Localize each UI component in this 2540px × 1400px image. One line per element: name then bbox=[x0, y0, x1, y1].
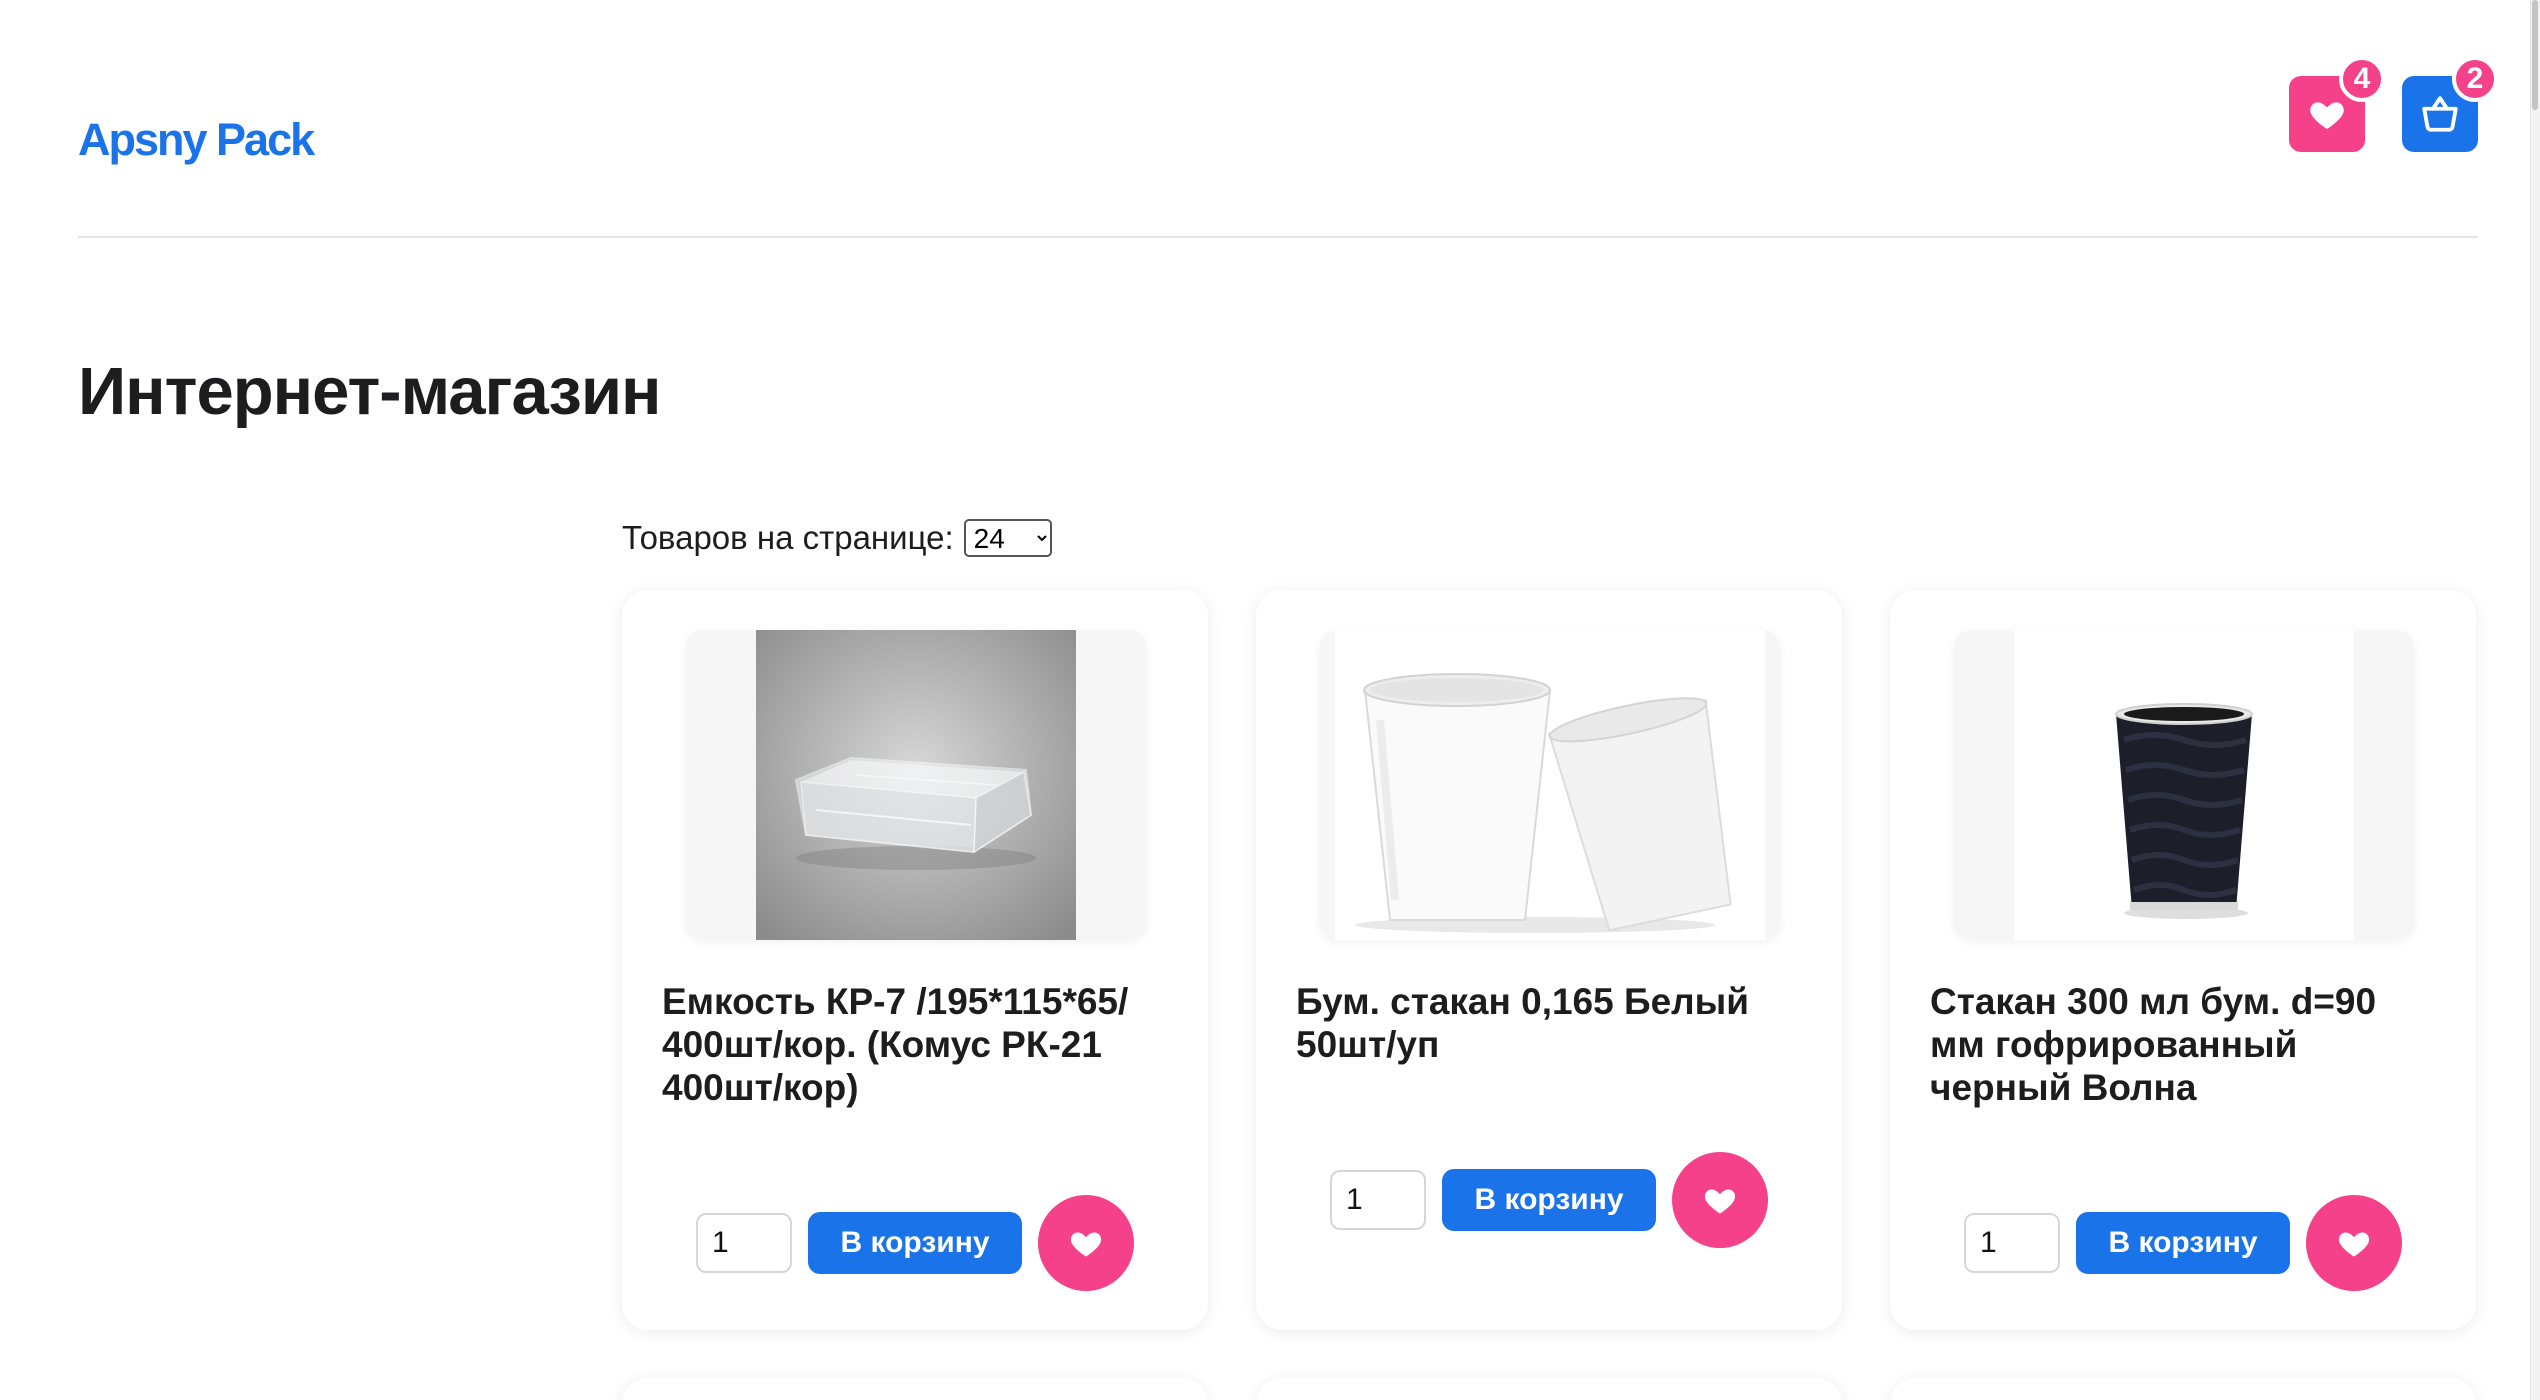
favorites-count-badge: 4 bbox=[2339, 56, 2385, 102]
add-to-favorites-button[interactable] bbox=[1038, 1195, 1134, 1291]
product-card: Бум. стакан 0,165 Белый 50шт/уп В корзин… bbox=[1256, 590, 1842, 1330]
per-page-control: Товаров на странице: 24 bbox=[622, 518, 1052, 558]
per-page-select[interactable]: 24 bbox=[963, 519, 1052, 557]
quantity-input[interactable] bbox=[1964, 1213, 2060, 1273]
product-card: Стакан 300 мл бум. d=90 мм гофрированный… bbox=[1890, 590, 2476, 1330]
clear-plastic-container-image bbox=[756, 630, 1076, 940]
product-name[interactable]: Стакан 300 мл бум. d=90 мм гофрированный… bbox=[1930, 980, 2440, 1109]
header-divider bbox=[78, 236, 2478, 238]
page: Apsny Pack 4 2 Интернет-магазин Товаров … bbox=[0, 0, 2540, 1400]
white-paper-cups-image bbox=[1335, 630, 1765, 940]
add-to-cart-button[interactable]: В корзину bbox=[1442, 1169, 1656, 1231]
product-image[interactable] bbox=[1954, 630, 2414, 940]
product-name[interactable]: Бум. стакан 0,165 Белый 50шт/уп bbox=[1296, 980, 1806, 1066]
product-actions: В корзину bbox=[1330, 1152, 1768, 1248]
product-card-partial bbox=[622, 1378, 1208, 1400]
product-actions: В корзину bbox=[1964, 1195, 2402, 1291]
product-card-partial bbox=[1890, 1378, 2476, 1400]
product-card-partial bbox=[1256, 1378, 1842, 1400]
heart-icon bbox=[1704, 1189, 1736, 1214]
basket-icon bbox=[2422, 96, 2458, 132]
per-page-label: Товаров на странице: bbox=[622, 519, 954, 556]
scrollbar[interactable] bbox=[2530, 0, 2540, 1400]
heart-icon bbox=[2310, 102, 2344, 129]
scrollbar-thumb[interactable] bbox=[2532, 0, 2538, 110]
page-title: Интернет-магазин bbox=[78, 354, 661, 429]
product-actions: В корзину bbox=[696, 1195, 1134, 1291]
quantity-input[interactable] bbox=[1330, 1170, 1426, 1230]
cart-count-badge: 2 bbox=[2452, 56, 2498, 102]
add-to-cart-button[interactable]: В корзину bbox=[808, 1212, 1022, 1274]
add-to-favorites-button[interactable] bbox=[1672, 1152, 1768, 1248]
product-image[interactable] bbox=[686, 630, 1146, 940]
cart-button[interactable]: 2 bbox=[2402, 56, 2498, 152]
black-ripple-cup-image bbox=[2014, 630, 2354, 940]
heart-icon bbox=[2338, 1232, 2370, 1257]
quantity-input[interactable] bbox=[696, 1213, 792, 1273]
product-image[interactable] bbox=[1320, 630, 1780, 940]
favorites-button[interactable]: 4 bbox=[2289, 56, 2385, 152]
add-to-cart-button[interactable]: В корзину bbox=[2076, 1212, 2290, 1274]
logo[interactable]: Apsny Pack bbox=[78, 112, 315, 168]
product-name[interactable]: Емкость КР-7 /195*115*65/ 400шт/кор. (Ко… bbox=[662, 980, 1172, 1109]
heart-icon bbox=[1070, 1232, 1102, 1257]
add-to-favorites-button[interactable] bbox=[2306, 1195, 2402, 1291]
product-card: Емкость КР-7 /195*115*65/ 400шт/кор. (Ко… bbox=[622, 590, 1208, 1330]
